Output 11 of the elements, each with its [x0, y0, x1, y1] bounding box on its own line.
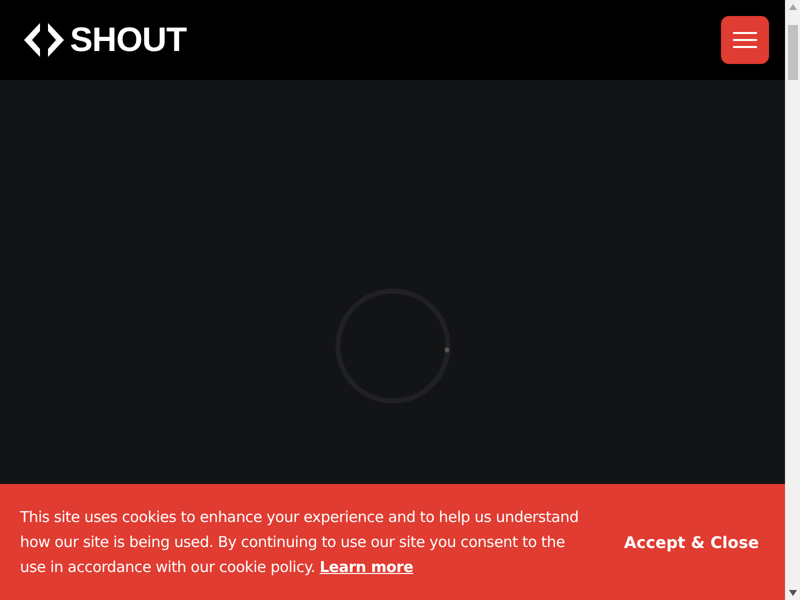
- scroll-up-icon[interactable]: [788, 4, 796, 10]
- accept-button[interactable]: Accept & Close: [620, 524, 763, 560]
- cookie-message: This site uses cookies to enhance your experience and to help us understand how our site is being used. By continuing to use our site you consent to the use in accordance with our cookie policy. Learn more: [20, 506, 580, 578]
- logo-text: SHOUT: [70, 20, 186, 60]
- scroll-down-icon[interactable]: [788, 590, 796, 596]
- menu-icon: [733, 31, 757, 49]
- scroll-thumb[interactable]: [788, 25, 798, 80]
- learn-more-link[interactable]: Learn more: [320, 558, 414, 576]
- logo-icon: [24, 23, 64, 57]
- scrollbar[interactable]: [785, 0, 800, 600]
- menu-button[interactable]: [721, 16, 769, 64]
